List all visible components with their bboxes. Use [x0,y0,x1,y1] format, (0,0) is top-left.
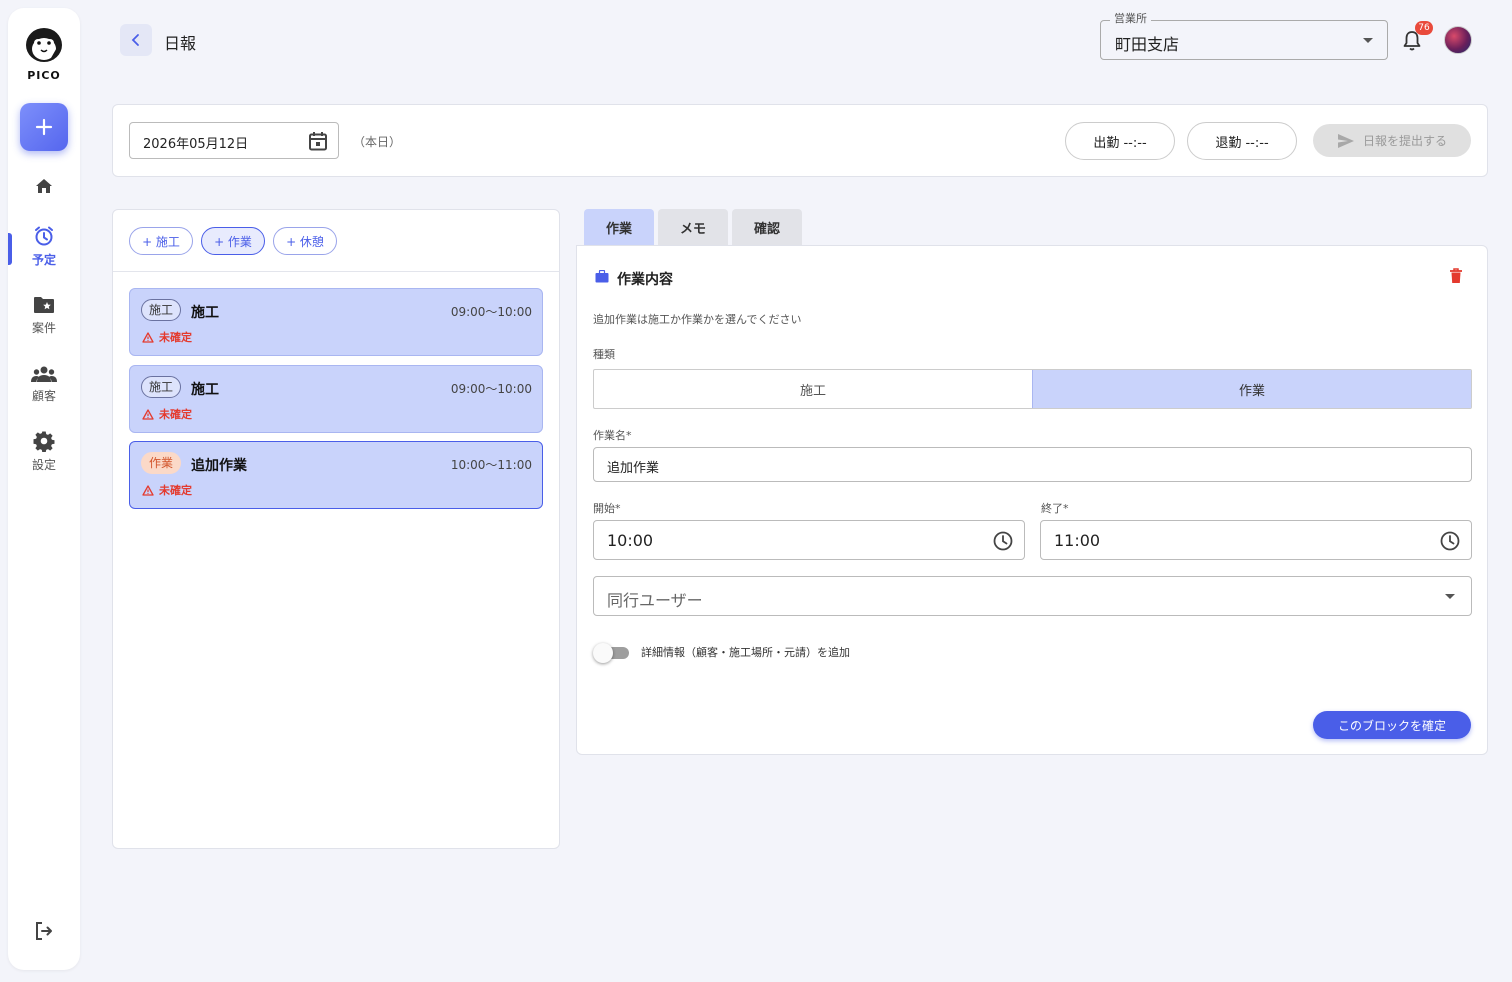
folder-star-icon [34,297,54,313]
block-detail-panel: 作業内容 追加作業は施工か作業かを選んでください 種類 施工 作業 作業名* 追… [576,245,1488,755]
work-name-input[interactable]: 追加作業 [593,447,1472,482]
tab-confirm[interactable]: 確認 [732,209,802,246]
home-icon [36,179,52,193]
warning-icon [142,331,154,343]
switch-knob [593,643,613,663]
sidebar-item-settings[interactable]: 設定 [8,430,80,473]
sidebar-item-label: 案件 [31,321,56,335]
start-time-input[interactable]: 10:00 [593,520,1025,560]
trash-icon[interactable] [1449,268,1463,284]
type-toggle-group: 施工 作業 [593,369,1472,409]
sidebar-item-label: 予定 [31,253,56,267]
block-card-selected[interactable]: 作業 追加作業 10:00〜11:00 未確定 [129,441,543,509]
sidebar-item-projects[interactable]: 案件 [8,295,80,336]
block-status: 未確定 [142,482,192,498]
plus-icon [35,118,53,136]
logout-icon [36,922,52,940]
detail-info-switch-label: 詳細情報（顧客・施工場所・元請）を追加 [641,646,850,659]
sidebar-item-label: 顧客 [31,389,56,403]
companion-user-placeholder: 同行ユーザー [607,591,703,610]
page-title: 日報 [164,34,197,53]
back-button[interactable] [120,24,152,56]
clock-out-button[interactable]: 退勤 --:-- [1187,122,1297,160]
clock-icon[interactable] [992,530,1014,552]
block-list-panel: + 施工 + 作業 + 休憩 施工 施工 09:00〜10:00 未確定 施工 … [112,209,560,849]
type-label: 種類 [593,348,615,361]
calendar-icon[interactable] [307,130,329,152]
office-select[interactable]: 営業所 町田支店 [1100,12,1388,60]
detail-info-switch[interactable] [593,643,629,663]
notification-badge: 76 [1415,21,1433,35]
block-title: 施工 [191,305,219,321]
clock-icon[interactable] [1439,530,1461,552]
end-time-label: 終了* [1041,502,1069,515]
add-work-chip[interactable]: + 作業 [201,227,265,255]
tab-memo[interactable]: メモ [658,209,728,246]
block-title: 追加作業 [191,458,247,474]
submit-report-button[interactable]: 日報を提出する [1313,124,1471,157]
block-status-label: 未確定 [159,408,192,421]
send-icon [1337,133,1354,148]
gear-icon [33,431,55,452]
block-time: 10:00〜11:00 [450,458,532,472]
section-title: 作業内容 [617,272,673,288]
avatar[interactable] [1444,26,1472,54]
block-card[interactable]: 施工 施工 09:00〜10:00 未確定 [129,365,543,433]
block-time: 09:00〜10:00 [450,382,532,396]
block-type-tag: 施工 [141,376,182,398]
type-option-construction[interactable]: 施工 [594,370,1032,408]
alarm-clock-icon [35,226,53,246]
block-status-label: 未確定 [159,484,192,497]
block-type-tag: 作業 [141,452,182,474]
form-hint: 追加作業は施工か作業かを選んでください [593,313,802,326]
logo-text: PICO [27,69,61,82]
sidebar-item-label: 設定 [31,458,56,472]
date-picker-input[interactable]: 2026年05月12日 [129,122,339,159]
add-button[interactable] [20,103,68,151]
pico-logo-icon[interactable] [24,26,64,64]
warning-icon [142,408,154,420]
chevron-down-icon [1445,594,1455,599]
start-time-label: 開始* [593,502,621,515]
logout-button[interactable] [8,921,80,941]
block-time: 09:00〜10:00 [450,305,532,319]
type-option-work[interactable]: 作業 [1032,370,1471,408]
add-construction-chip[interactable]: + 施工 [129,227,193,255]
briefcase-icon [595,270,609,283]
chevron-left-icon [131,34,139,46]
sidebar-item-home[interactable] [8,176,80,196]
office-select-value: 町田支店 [1115,35,1180,54]
tab-work[interactable]: 作業 [584,209,654,246]
start-time-value: 10:00 [607,531,654,550]
sidebar-item-schedule[interactable]: 予定 [8,225,80,268]
date-toolbar: 2026年05月12日 （本日） 出勤 --:-- 退勤 --:-- 日報を提出… [112,104,1488,177]
sidebar-item-customers[interactable]: 顧客 [8,365,80,404]
block-card[interactable]: 施工 施工 09:00〜10:00 未確定 [129,288,543,356]
block-type-tag: 施工 [141,299,182,321]
people-icon [31,366,57,382]
companion-user-select[interactable]: 同行ユーザー [593,576,1472,616]
today-note: （本日） [353,135,402,149]
block-status-label: 未確定 [159,331,192,344]
date-value: 2026年05月12日 [143,137,249,152]
end-time-input[interactable]: 11:00 [1040,520,1472,560]
confirm-block-button[interactable]: このブロックを確定 [1313,711,1471,739]
end-time-value: 11:00 [1054,531,1101,550]
office-select-label: 営業所 [1110,12,1151,26]
add-break-chip[interactable]: + 休憩 [273,227,337,255]
warning-icon [142,484,154,496]
block-status: 未確定 [142,329,192,345]
sidebar: PICO 予定 案件 顧客 設定 [8,8,80,970]
block-status: 未確定 [142,406,192,422]
block-title: 施工 [191,382,219,398]
clock-in-button[interactable]: 出勤 --:-- [1065,122,1175,160]
chevron-down-icon [1363,38,1373,43]
divider [113,271,559,272]
submit-report-label: 日報を提出する [1362,134,1447,148]
work-name-value: 追加作業 [607,461,660,476]
work-name-label: 作業名* [593,429,632,442]
